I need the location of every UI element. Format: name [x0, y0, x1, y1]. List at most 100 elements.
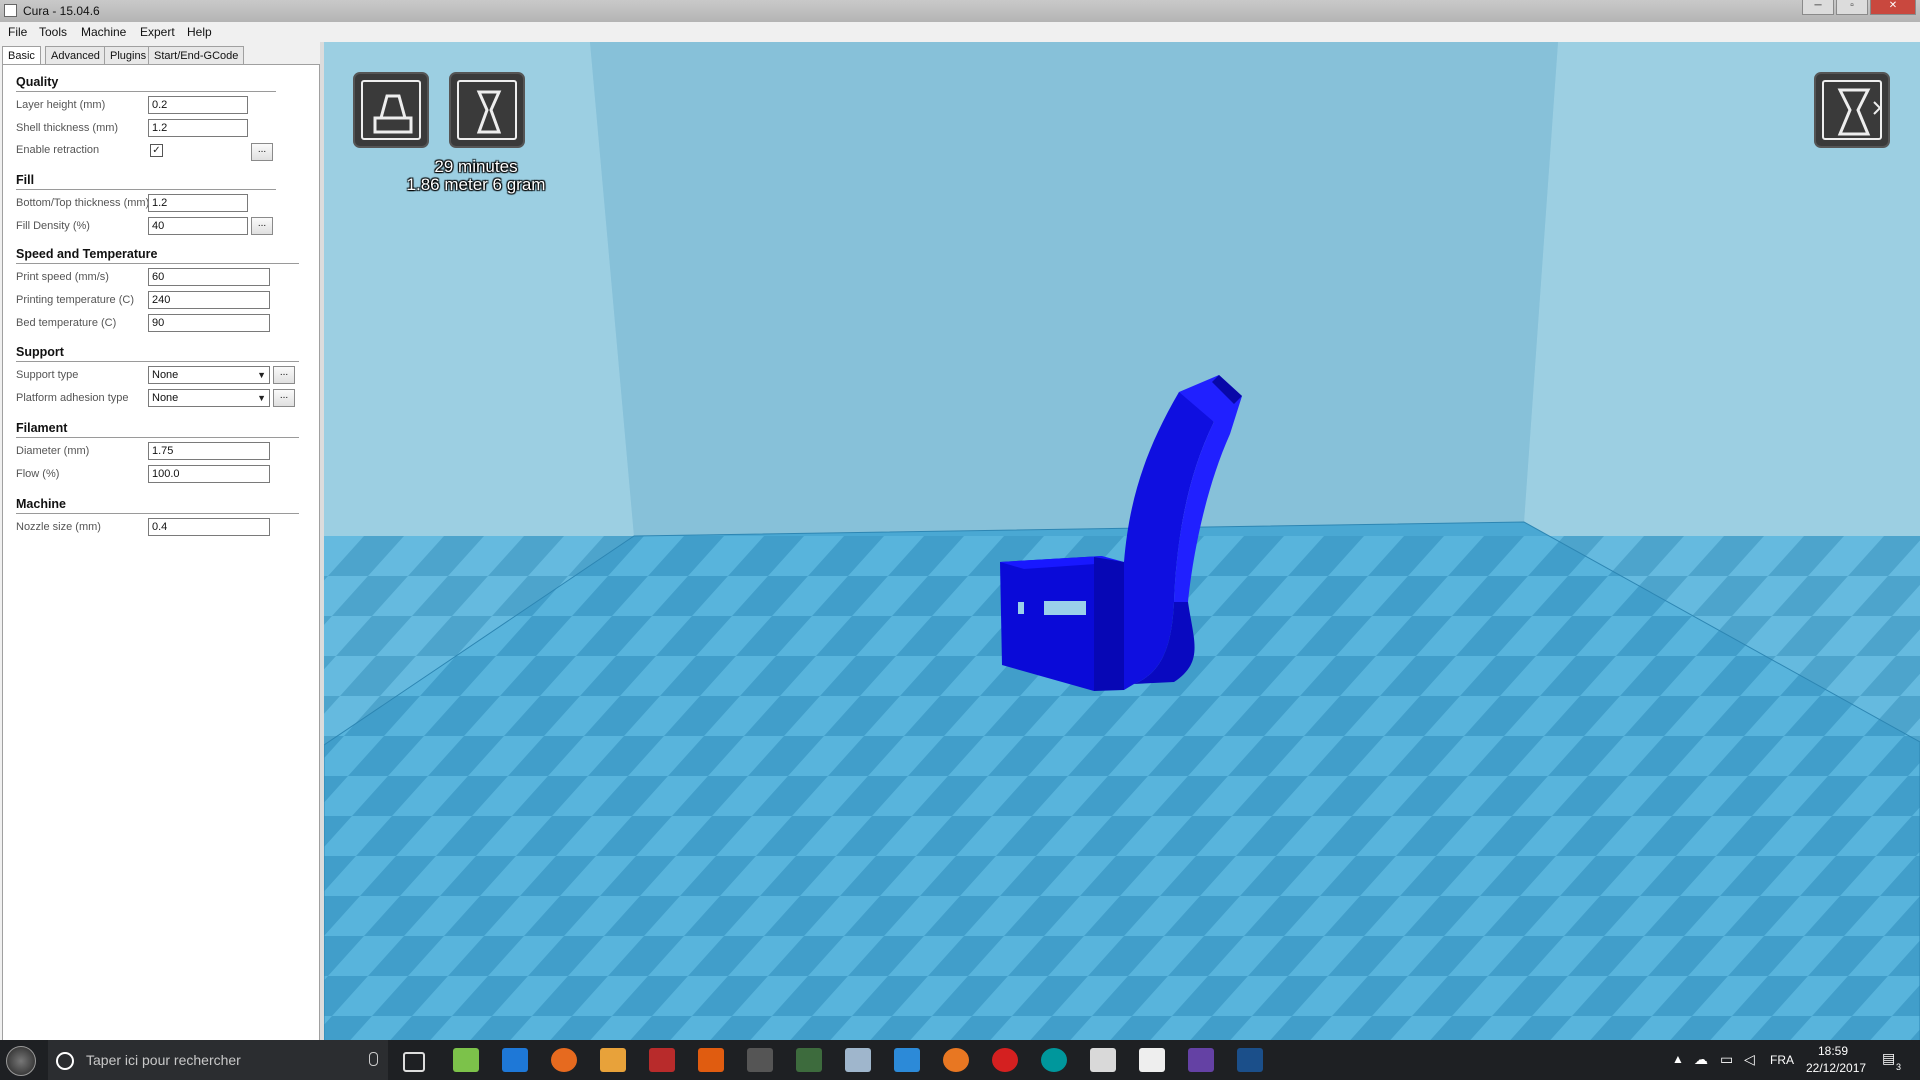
retraction-more-button[interactable]: ...: [251, 143, 273, 161]
view-mode-glyph: [1837, 88, 1882, 136]
tab-start-end-gcode[interactable]: Start/End-GCode: [148, 46, 245, 66]
search-placeholder: Taper ici pour rechercher: [86, 1052, 241, 1068]
enable-retraction-label: Enable retraction: [16, 144, 100, 156]
adhesion-more-button[interactable]: ...: [273, 389, 295, 407]
menu-machine[interactable]: Machine: [81, 25, 126, 39]
view-mode-button[interactable]: [1814, 72, 1890, 148]
bottom-top-thickness-label: Bottom/Top thickness (mm): [16, 197, 150, 209]
media-player-icon[interactable]: [600, 1048, 626, 1072]
app-p-icon[interactable]: [992, 1048, 1018, 1072]
flow-input[interactable]: 100.0: [148, 465, 270, 483]
volume-icon[interactable]: ◁: [1744, 1051, 1755, 1068]
nozzle-size-label: Nozzle size (mm): [16, 521, 101, 533]
window-title: Cura - 15.04.6: [23, 4, 100, 18]
print-speed-label: Print speed (mm/s): [16, 271, 109, 283]
print-speed-input[interactable]: 60: [148, 268, 270, 286]
bed-temperature-label: Bed temperature (C): [16, 317, 117, 329]
tab-plugins[interactable]: Plugins: [104, 46, 153, 66]
cura-taskbar-icon[interactable]: [894, 1048, 920, 1072]
fill-density-input[interactable]: 40: [148, 217, 248, 235]
enable-retraction-checkbox[interactable]: ✓: [150, 144, 163, 157]
app-blue-icon[interactable]: [1237, 1048, 1263, 1072]
layer-height-input[interactable]: 0.2: [148, 96, 248, 114]
back-wall: [590, 42, 1558, 536]
notification-icon[interactable]: ▤: [1882, 1050, 1895, 1067]
section-divider: [16, 189, 276, 190]
menu-file[interactable]: File: [8, 25, 27, 39]
fill-more-button[interactable]: ...: [251, 217, 273, 235]
printing-temperature-input[interactable]: 240: [148, 291, 270, 309]
app-window-icon[interactable]: [845, 1048, 871, 1072]
fill-density-label: Fill Density (%): [16, 220, 90, 232]
section-divider: [16, 263, 299, 264]
diameter-input[interactable]: 1.75: [148, 442, 270, 460]
chevron-down-icon: ▼: [257, 393, 266, 403]
support-type-select[interactable]: None ▼: [148, 366, 270, 384]
window-controls: ─ ▫ ✕: [1800, 0, 1916, 15]
save-toolpath-button[interactable]: [449, 72, 525, 148]
store-icon[interactable]: [1090, 1048, 1116, 1072]
tab-advanced[interactable]: Advanced: [45, 46, 106, 66]
menu-expert[interactable]: Expert: [140, 25, 175, 39]
bottom-top-thickness-input[interactable]: 1.2: [148, 194, 248, 212]
section-divider: [16, 361, 299, 362]
menu-bar: File Tools Machine Expert Help: [0, 22, 1920, 43]
support-more-button[interactable]: ...: [273, 366, 295, 384]
load-model-icon: [361, 80, 421, 140]
settings-panel: Basic Advanced Plugins Start/End-GCode Q…: [0, 42, 320, 1042]
section-quality: Quality: [16, 75, 59, 89]
nozzle-size-input[interactable]: 0.4: [148, 518, 270, 536]
language-indicator[interactable]: FRA: [1770, 1053, 1794, 1067]
section-machine: Machine: [16, 497, 67, 511]
title-bar: Cura - 15.04.6 ─ ▫ ✕: [0, 0, 1920, 23]
3d-viewport[interactable]: 29 minutes 1.86 meter 6 gram: [324, 42, 1920, 1042]
basic-tab-page: Quality Layer height (mm) 0.2 Shell thic…: [2, 64, 320, 1042]
clock-date[interactable]: 22/12/2017: [1806, 1061, 1866, 1075]
edge-browser-icon[interactable]: [502, 1048, 528, 1072]
clock-time[interactable]: 18:59: [1818, 1044, 1848, 1058]
illustrator-icon[interactable]: [698, 1048, 724, 1072]
menu-help[interactable]: Help: [187, 25, 212, 39]
section-support: Support: [16, 345, 64, 359]
section-divider: [16, 513, 299, 514]
onedrive-icon[interactable]: ☁: [1694, 1051, 1708, 1068]
taskbar-search[interactable]: Taper ici pour rechercher: [48, 1040, 388, 1080]
task-view-icon[interactable]: [403, 1052, 425, 1072]
view-mode-icon: [1822, 80, 1882, 140]
menu-tools[interactable]: Tools: [39, 25, 67, 39]
maximize-button[interactable]: ▫: [1836, 0, 1868, 15]
section-divider: [16, 437, 299, 438]
platform-adhesion-select[interactable]: None ▼: [148, 389, 270, 407]
save-toolpath-icon: [457, 80, 517, 140]
app-icon: [4, 4, 17, 17]
start-button[interactable]: [6, 1046, 36, 1076]
twitch-icon[interactable]: [1188, 1048, 1214, 1072]
layer-height-label: Layer height (mm): [16, 99, 106, 111]
network-icon[interactable]: ▭: [1720, 1051, 1733, 1068]
shell-thickness-label: Shell thickness (mm): [16, 122, 119, 134]
app-gray-icon[interactable]: [747, 1048, 773, 1072]
shell-thickness-input[interactable]: 1.2: [148, 119, 248, 137]
diameter-label: Diameter (mm): [16, 445, 90, 457]
section-divider: [16, 91, 276, 92]
load-model-button[interactable]: [353, 72, 429, 148]
firefox-icon[interactable]: [551, 1048, 577, 1072]
print-material: 1.86 meter 6 gram: [406, 175, 546, 194]
printing-temperature-label: Printing temperature (C): [16, 294, 134, 306]
minimize-button[interactable]: ─: [1802, 0, 1834, 15]
arduino-icon[interactable]: [1041, 1048, 1067, 1072]
microphone-icon[interactable]: [369, 1052, 378, 1066]
clover-app-icon[interactable]: [453, 1048, 479, 1072]
save-toolpath-glyph: [476, 90, 502, 134]
print-time: 29 minutes: [434, 157, 518, 176]
tray-arrow-icon[interactable]: ▲: [1672, 1052, 1684, 1066]
blender-icon[interactable]: [943, 1048, 969, 1072]
mail-icon[interactable]: [1139, 1048, 1165, 1072]
support-type-label: Support type: [16, 369, 79, 381]
bed-temperature-input[interactable]: 90: [148, 314, 270, 332]
close-button[interactable]: ✕: [1870, 0, 1916, 15]
print-info: 29 minutes 1.86 meter 6 gram: [376, 158, 576, 194]
app-green-icon[interactable]: [796, 1048, 822, 1072]
app-red-icon[interactable]: [649, 1048, 675, 1072]
flow-label: Flow (%): [16, 468, 60, 480]
